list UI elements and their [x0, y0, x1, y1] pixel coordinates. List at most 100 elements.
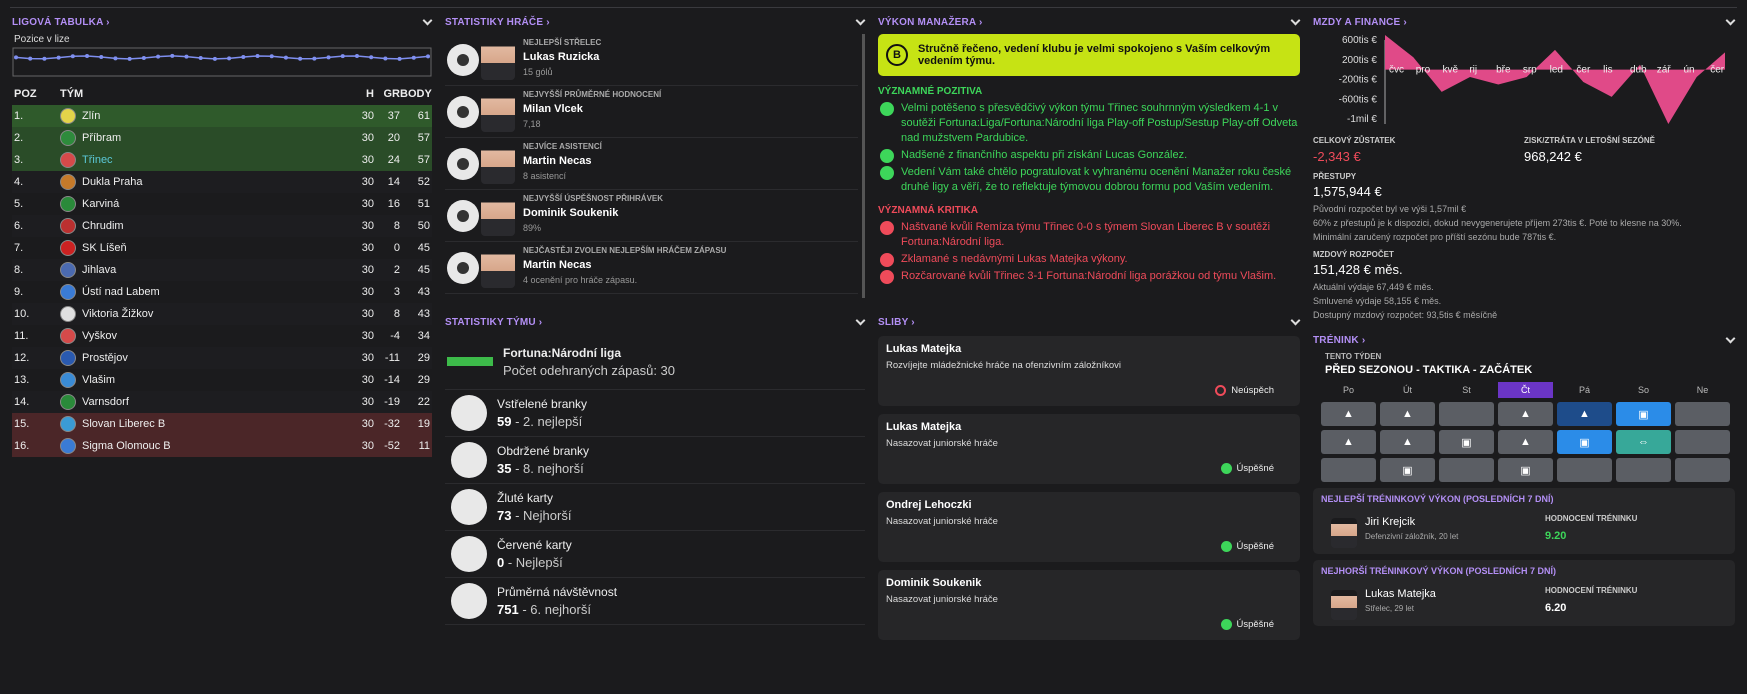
training-session-slot[interactable]	[1675, 402, 1730, 426]
team-stats-title[interactable]: STATISTIKY TÝMU	[445, 317, 542, 328]
table-row[interactable]: 10. Viktoria Žižkov 30 8 43	[12, 303, 432, 325]
player-stat-row[interactable]: NEJČASTĚJI ZVOLEN NEJLEPŠÍM HRÁČEM ZÁPAS…	[445, 242, 858, 294]
promise-player[interactable]: Lukas Matejka	[886, 343, 1292, 355]
chevron-down-icon[interactable]	[1725, 17, 1735, 27]
training-session-slot[interactable]: ▣	[1439, 430, 1494, 454]
training-session-slot[interactable]: ▲	[1498, 402, 1553, 426]
row-team[interactable]: Vyškov	[82, 330, 348, 342]
training-session-slot[interactable]: ⇔	[1616, 430, 1671, 454]
row-team[interactable]: Viktoria Žižkov	[82, 308, 348, 320]
day-2[interactable]: St	[1439, 382, 1494, 398]
player-name[interactable]: Martin Necas	[523, 259, 726, 271]
table-row[interactable]: 9. Ústí nad Labem 30 3 43	[12, 281, 432, 303]
day-4[interactable]: Pá	[1557, 382, 1612, 398]
day-5[interactable]: So	[1616, 382, 1671, 398]
promise-card[interactable]: Ondrej Lehoczki Nasazovat juniorské hráče…	[878, 492, 1300, 562]
row-team[interactable]: Jihlava	[82, 264, 348, 276]
row-team[interactable]: Příbram	[82, 132, 348, 144]
row-team[interactable]: Vlašim	[82, 374, 348, 386]
training-session-slot[interactable]: ▣	[1380, 458, 1435, 482]
day-0[interactable]: Po	[1321, 382, 1376, 398]
player-stat-row[interactable]: NEJLEPŠÍ STŘELEC Lukas Ruzicka 15 gólů	[445, 34, 858, 86]
training-session-slot[interactable]: ▲	[1498, 430, 1553, 454]
manager-title[interactable]: VÝKON MANAŽERA	[878, 17, 983, 28]
table-row[interactable]: 15. Slovan Liberec B 30 -32 19	[12, 413, 432, 435]
row-team[interactable]: Chrudim	[82, 220, 348, 232]
table-row[interactable]: 6. Chrudim 30 8 50	[12, 215, 432, 237]
worst-player-name[interactable]: Lukas Matejka	[1365, 588, 1436, 600]
training-session-slot[interactable]: ▣	[1616, 402, 1671, 426]
row-team[interactable]: Sigma Olomouc B	[82, 440, 348, 452]
training-session-slot[interactable]: ▲	[1321, 430, 1376, 454]
player-stat-row[interactable]: NEJVYŠŠÍ ÚSPĚŠNOST PŘIHRÁVEK Dominik Souk…	[445, 190, 858, 242]
day-3[interactable]: Čt	[1498, 382, 1553, 398]
promise-player[interactable]: Ondrej Lehoczki	[886, 499, 1292, 511]
training-session-slot[interactable]	[1675, 430, 1730, 454]
row-team[interactable]: Ústí nad Labem	[82, 286, 348, 298]
row-team[interactable]: Třinec	[82, 154, 348, 166]
best-player-name[interactable]: Jiri Krejcik	[1365, 516, 1415, 528]
promise-player[interactable]: Dominik Soukenik	[886, 577, 1292, 589]
training-session-slot[interactable]: ▲	[1380, 402, 1435, 426]
promise-card[interactable]: Lukas Matejka Nasazovat juniorské hráče Ús…	[878, 414, 1300, 484]
row-team[interactable]: Dukla Praha	[82, 176, 348, 188]
chevron-down-icon[interactable]	[1725, 335, 1735, 345]
promise-card[interactable]: Lukas Matejka Rozvíjejte mládežnické hráč…	[878, 336, 1300, 406]
table-row[interactable]: 14. Varnsdorf 30 -19 22	[12, 391, 432, 413]
team-stat-row[interactable]: Žluté karty 73 - Nejhorší	[445, 484, 865, 531]
chevron-down-icon[interactable]	[855, 317, 865, 327]
row-team[interactable]: Varnsdorf	[82, 396, 348, 408]
training-session-slot[interactable]	[1675, 458, 1730, 482]
player-stats-title[interactable]: STATISTIKY HRÁČE	[445, 17, 550, 28]
training-session-slot[interactable]	[1321, 458, 1376, 482]
training-session-slot[interactable]: ▣	[1557, 430, 1612, 454]
table-row[interactable]: 16. Sigma Olomouc B 30 -52 11	[12, 435, 432, 457]
chevron-down-icon[interactable]	[1290, 317, 1300, 327]
table-row[interactable]: 5. Karviná 30 16 51	[12, 193, 432, 215]
table-row[interactable]: 13. Vlašim 30 -14 29	[12, 369, 432, 391]
player-name[interactable]: Lukas Ruzicka	[523, 51, 601, 63]
team-stat-row[interactable]: Vstřelené branky 59 - 2. nejlepší	[445, 390, 865, 437]
team-league-name[interactable]: Fortuna:Národní liga	[503, 346, 675, 360]
player-name[interactable]: Martin Necas	[523, 155, 602, 167]
table-row[interactable]: 3. Třinec 30 24 57	[12, 149, 432, 171]
training-title[interactable]: TRÉNINK	[1313, 335, 1365, 346]
row-team[interactable]: Zlín	[82, 110, 348, 122]
training-session-slot[interactable]: ▲	[1321, 402, 1376, 426]
league-table-title[interactable]: LIGOVÁ TABULKA	[12, 17, 110, 28]
player-name[interactable]: Dominik Soukenik	[523, 207, 663, 219]
training-session-slot[interactable]	[1439, 402, 1494, 426]
training-session-slot[interactable]: ▲	[1380, 430, 1435, 454]
player-name[interactable]: Milan Vlcek	[523, 103, 661, 115]
team-stat-row[interactable]: Obdržené branky 35 - 8. nejhorší	[445, 437, 865, 484]
table-row[interactable]: 1. Zlín 30 37 61	[12, 105, 432, 127]
player-stat-row[interactable]: NEJVYŠŠÍ PRŮMĚRNÉ HODNOCENÍ Milan Vlcek 7,…	[445, 86, 858, 138]
training-schedule-name[interactable]: PŘED SEZONOU - TAKTIKA - ZAČÁTEK	[1325, 364, 1735, 376]
training-session-slot[interactable]	[1616, 458, 1671, 482]
chevron-down-icon[interactable]	[1290, 17, 1300, 27]
row-team[interactable]: Slovan Liberec B	[82, 418, 348, 430]
team-stat-row[interactable]: Průměrná návštěvnost 751 - 6. nejhorší	[445, 578, 865, 625]
finance-title[interactable]: MZDY A FINANCE	[1313, 17, 1407, 28]
table-row[interactable]: 7. SK Líšeň 30 0 45	[12, 237, 432, 259]
promise-player[interactable]: Lukas Matejka	[886, 421, 1292, 433]
chevron-down-icon[interactable]	[855, 17, 865, 27]
player-stat-row[interactable]: NEJVÍCE ASISTENCÍ Martin Necas 8 asistencí	[445, 138, 858, 190]
table-row[interactable]: 2. Příbram 30 20 57	[12, 127, 432, 149]
row-team[interactable]: Prostějov	[82, 352, 348, 364]
promises-title[interactable]: SLIBY	[878, 317, 915, 328]
row-team[interactable]: Karviná	[82, 198, 348, 210]
table-row[interactable]: 4. Dukla Praha 30 14 52	[12, 171, 432, 193]
training-session-slot[interactable]: ▲	[1557, 402, 1612, 426]
training-session-slot[interactable]: ▣	[1498, 458, 1553, 482]
day-1[interactable]: Út	[1380, 382, 1435, 398]
table-row[interactable]: 12. Prostějov 30 -11 29	[12, 347, 432, 369]
day-6[interactable]: Ne	[1675, 382, 1730, 398]
chevron-down-icon[interactable]	[422, 17, 432, 27]
table-row[interactable]: 11. Vyškov 30 -4 34	[12, 325, 432, 347]
table-row[interactable]: 8. Jihlava 30 2 45	[12, 259, 432, 281]
training-session-slot[interactable]	[1557, 458, 1612, 482]
training-session-slot[interactable]	[1439, 458, 1494, 482]
team-stat-row[interactable]: Červené karty 0 - Nejlepší	[445, 531, 865, 578]
row-team[interactable]: SK Líšeň	[82, 242, 348, 254]
